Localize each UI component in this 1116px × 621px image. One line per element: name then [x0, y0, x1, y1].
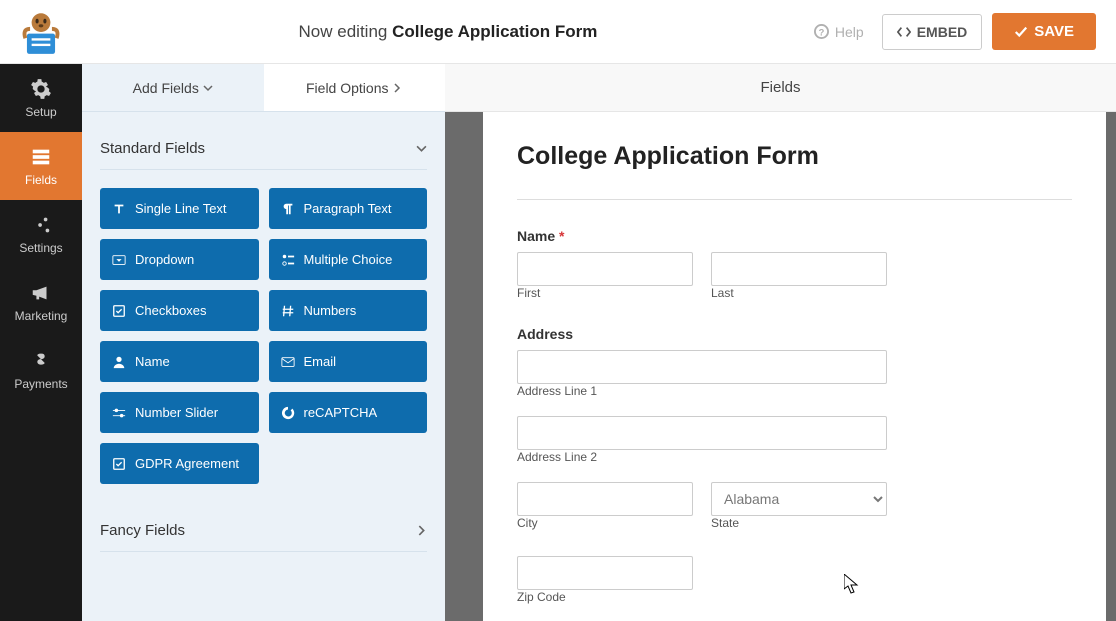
name-label: Name *	[517, 228, 1072, 244]
field-checkboxes[interactable]: Checkboxes	[100, 290, 259, 331]
field-paragraph-text[interactable]: Paragraph Text	[269, 188, 428, 229]
field-numbers[interactable]: Numbers	[269, 290, 428, 331]
envelope-icon	[281, 355, 295, 369]
last-sublabel: Last	[711, 286, 887, 300]
state-sublabel: State	[711, 516, 887, 530]
sidebar-item-settings[interactable]: Settings	[0, 200, 82, 268]
field-email[interactable]: Email	[269, 341, 428, 382]
form-canvas: Fields College Application Form Name * F…	[445, 64, 1116, 621]
check-square-icon	[112, 304, 126, 318]
help-icon: ?	[814, 24, 829, 39]
sliders-icon	[30, 214, 52, 236]
chevron-right-icon	[392, 83, 402, 93]
dollar-icon	[30, 350, 52, 372]
city-input[interactable]	[517, 482, 693, 516]
section-standard-fields[interactable]: Standard Fields	[100, 128, 427, 170]
slider-icon	[112, 406, 126, 420]
section-fancy-fields[interactable]: Fancy Fields	[100, 510, 427, 552]
sidebar-item-setup[interactable]: Setup	[0, 64, 82, 132]
zip-input[interactable]	[517, 556, 693, 590]
address-label: Address	[517, 326, 1072, 342]
sidebar-item-payments[interactable]: Payments	[0, 336, 82, 404]
editing-title: Now editing College Application Form	[82, 22, 814, 42]
text-icon	[112, 202, 126, 216]
user-icon	[112, 355, 126, 369]
chevron-down-icon	[416, 143, 427, 154]
divider	[517, 199, 1072, 200]
form-icon	[30, 146, 52, 168]
google-icon	[281, 406, 295, 420]
fields-panel: Add Fields Field Options Standard Fields…	[82, 64, 445, 621]
help-link[interactable]: ? Help	[814, 24, 864, 40]
chevron-down-icon	[203, 83, 213, 93]
addr2-sublabel: Address Line 2	[517, 450, 1072, 464]
address-line1-input[interactable]	[517, 350, 887, 384]
top-bar: Now editing College Application Form ? H…	[0, 0, 1116, 64]
radio-icon	[281, 253, 295, 267]
form-preview[interactable]: College Application Form Name * First La…	[483, 112, 1106, 621]
paragraph-icon	[281, 202, 295, 216]
check-square-icon	[112, 457, 126, 471]
addr1-sublabel: Address Line 1	[517, 384, 1072, 398]
embed-button[interactable]: EMBED	[882, 14, 983, 50]
save-button[interactable]: SAVE	[992, 13, 1096, 50]
bullhorn-icon	[30, 282, 52, 304]
tab-field-options[interactable]: Field Options	[264, 64, 446, 111]
form-title: College Application Form	[517, 142, 1072, 171]
state-select[interactable]: Alabama	[711, 482, 887, 516]
sidebar-item-fields[interactable]: Fields	[0, 132, 82, 200]
field-single-line-text[interactable]: Single Line Text	[100, 188, 259, 229]
canvas-header: Fields	[445, 64, 1116, 112]
field-recaptcha[interactable]: reCAPTCHA	[269, 392, 428, 433]
field-name[interactable]: Name	[100, 341, 259, 382]
zip-sublabel: Zip Code	[517, 590, 1072, 604]
first-name-input[interactable]	[517, 252, 693, 286]
last-name-input[interactable]	[711, 252, 887, 286]
caret-down-icon	[112, 253, 126, 267]
gear-icon	[30, 78, 52, 100]
left-sidebar: Setup Fields Settings Marketing Payments	[0, 64, 82, 621]
embed-icon	[897, 25, 911, 39]
field-multiple-choice[interactable]: Multiple Choice	[269, 239, 428, 280]
address-line2-input[interactable]	[517, 416, 887, 450]
field-dropdown[interactable]: Dropdown	[100, 239, 259, 280]
chevron-right-icon	[416, 525, 427, 536]
field-number-slider[interactable]: Number Slider	[100, 392, 259, 433]
hash-icon	[281, 304, 295, 318]
svg-text:?: ?	[819, 27, 825, 37]
check-icon	[1014, 25, 1028, 39]
app-logo	[0, 0, 82, 64]
field-gdpr[interactable]: GDPR Agreement	[100, 443, 259, 484]
wpforms-logo-icon	[16, 7, 66, 57]
first-sublabel: First	[517, 286, 693, 300]
sidebar-item-marketing[interactable]: Marketing	[0, 268, 82, 336]
city-sublabel: City	[517, 516, 693, 530]
tab-add-fields[interactable]: Add Fields	[82, 64, 264, 111]
